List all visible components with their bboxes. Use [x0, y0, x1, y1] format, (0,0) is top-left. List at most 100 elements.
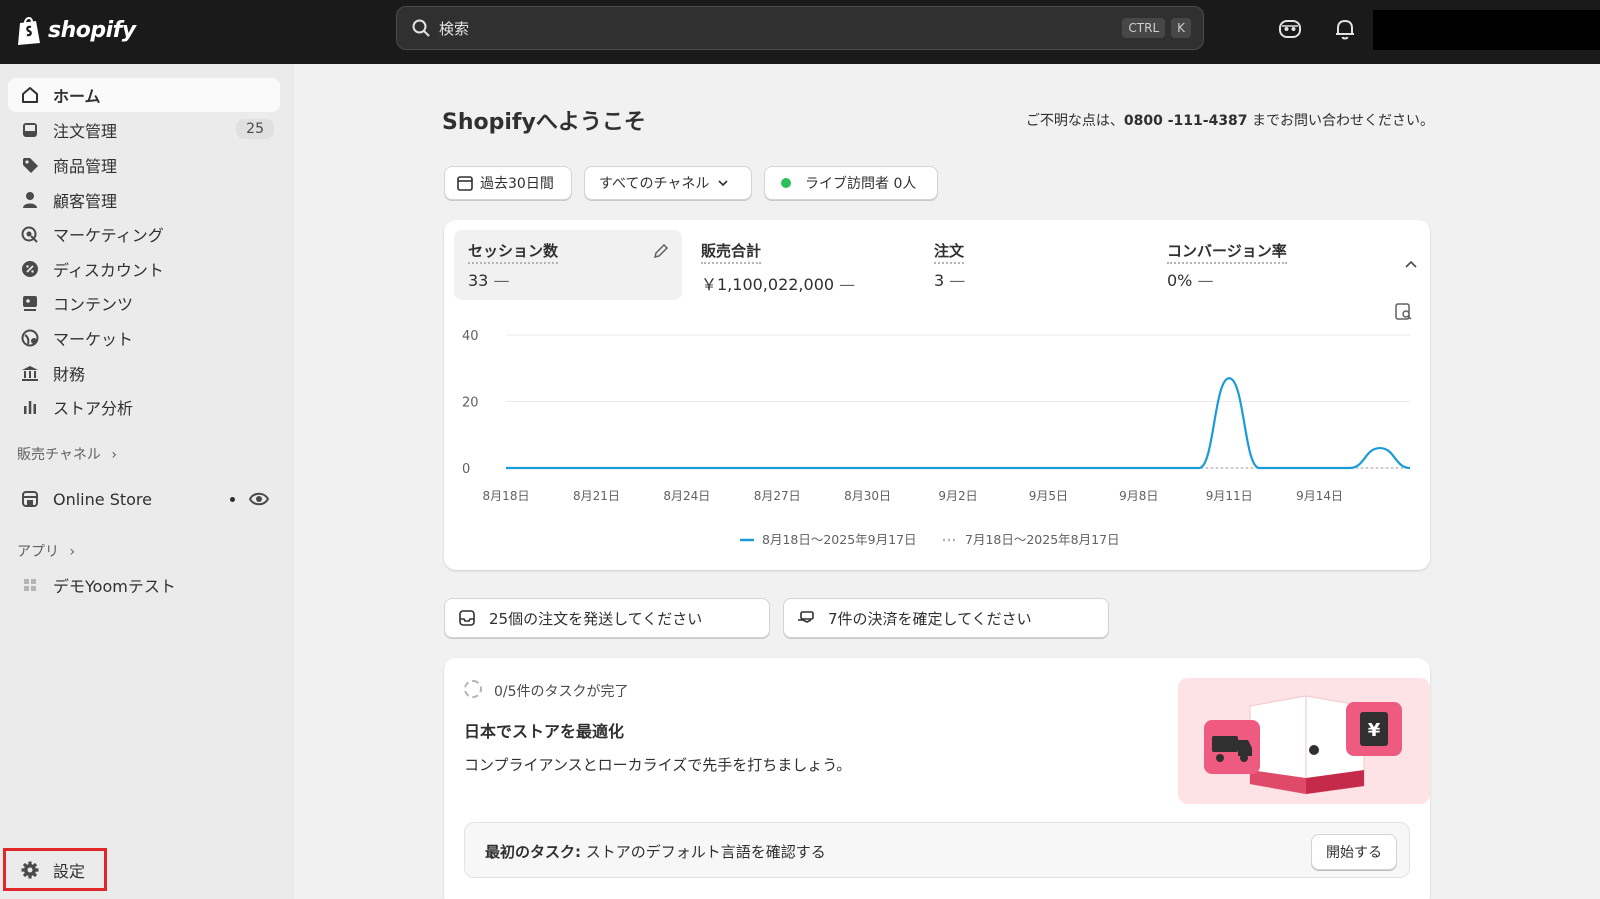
page-title: Shopifyへようこそ: [442, 110, 646, 135]
x-tick-label: 9月14日: [1296, 489, 1343, 503]
metric-label: 販売合計: [701, 240, 762, 264]
nav-label: マーケティング: [53, 226, 164, 245]
status-dot: [230, 497, 235, 502]
japan-map-illustration: ¥: [1178, 678, 1430, 804]
metric-conversion-rate[interactable]: コンバージョン率 0% —: [1153, 230, 1381, 300]
live-visitors-label: ライブ訪問者 0人: [805, 176, 917, 192]
metric-sessions[interactable]: セッション数 33 —: [454, 230, 682, 300]
capture-payments-label: 7件の決済を確定してください: [828, 609, 1032, 628]
inbox-icon: [20, 120, 40, 140]
analytics-card: セッション数 33 — 販売合計 ￥1,100,022,000 — 注文 3 —…: [444, 220, 1430, 570]
capture-payments-button[interactable]: 7件の決済を確定してください: [783, 598, 1109, 638]
chevron-right-icon: ›: [111, 447, 117, 463]
live-visitors-button[interactable]: ライブ訪問者 0人: [764, 166, 938, 200]
metric-orders[interactable]: 注文 3 —: [920, 230, 1148, 300]
nav-label: 財務: [53, 365, 86, 384]
eye-icon[interactable]: [248, 489, 270, 509]
nav-label: Online Store: [53, 489, 152, 509]
shopify-logo[interactable]: shopify: [16, 12, 136, 48]
shortcut-ctrl: CTRL: [1122, 18, 1166, 38]
sessions-line-chart: 40 20 0 8月18日 8月21日 8月24日 8月27日 8月30日 9月2日 9月5日 9月…: [462, 329, 1411, 547]
nav-analytics[interactable]: ストア分析: [8, 390, 280, 424]
chevron-up-icon[interactable]: [1404, 258, 1418, 272]
metric-value: 0% —: [1167, 271, 1214, 290]
sidekick-icon[interactable]: [1277, 16, 1303, 42]
nav-label: 設定: [53, 861, 86, 881]
nav-label: ホーム: [53, 87, 101, 106]
x-tick-label: 9月5日: [1029, 489, 1068, 503]
nav-settings[interactable]: 設定: [3, 848, 107, 891]
apps-label: アプリ: [17, 544, 59, 560]
globe-icon: [20, 328, 40, 348]
nav-app-yoom[interactable]: デモYoomテスト: [8, 568, 280, 602]
nav-marketing[interactable]: マーケティング: [8, 217, 280, 251]
nav-label: マーケット: [53, 330, 134, 349]
ship-orders-label: 25個の注文を発送してください: [489, 609, 703, 628]
y-tick-label: 20: [462, 396, 479, 411]
bar-chart-icon: [20, 397, 40, 417]
sidebar: ホーム 注文管理 25 商品管理 顧客管理 マーケティング ディスカウント コン…: [0, 64, 294, 899]
top-bar: shopify 検索 CTRL K: [0, 0, 1600, 64]
ship-orders-button[interactable]: 25個の注文を発送してください: [444, 598, 770, 638]
nav-label: ストア分析: [53, 399, 134, 418]
nav-orders[interactable]: 注文管理 25: [8, 113, 280, 147]
help-prefix: ご不明な点は、: [1025, 113, 1124, 129]
content-icon: [20, 293, 40, 313]
metric-label: コンバージョン率: [1167, 240, 1287, 264]
x-tick-label: 8月27日: [754, 489, 801, 503]
payment-hand-icon: [798, 611, 814, 623]
current-series-line: [506, 377, 1411, 470]
x-tick-label: 9月11日: [1206, 489, 1253, 503]
person-icon: [20, 190, 40, 210]
nav-content[interactable]: コンテンツ: [8, 286, 280, 320]
orders-count-badge: 25: [236, 119, 274, 139]
y-tick-label: 0: [462, 462, 470, 477]
live-status-dot: [781, 178, 791, 188]
sales-channels-heading[interactable]: 販売チャネル ›: [17, 444, 117, 464]
support-phone[interactable]: 0800 -111-4387: [1124, 113, 1248, 129]
gear-icon: [20, 860, 40, 880]
nav-label: コンテンツ: [53, 295, 134, 314]
nav-discounts[interactable]: ディスカウント: [8, 252, 280, 286]
bell-icon[interactable]: [1332, 16, 1358, 42]
metric-value: 3 —: [934, 271, 966, 290]
nav-customers[interactable]: 顧客管理: [8, 183, 280, 217]
x-tick-label: 8月30日: [844, 489, 891, 503]
date-range-label: 過去30日間: [480, 176, 554, 192]
apps-heading[interactable]: アプリ ›: [17, 541, 75, 561]
nav-label: ディスカウント: [53, 261, 164, 280]
setup-guide-card: 0/5件のタスクが完了 日本でストアを最適化 コンプライアンスとローカライズで先…: [444, 658, 1430, 899]
sales-channels-label: 販売チャネル: [17, 447, 101, 463]
nav-home[interactable]: ホーム: [8, 78, 280, 112]
metric-label: 注文: [934, 240, 965, 264]
date-range-button[interactable]: 過去30日間: [444, 166, 572, 200]
progress-circle: [464, 680, 482, 698]
x-tick-label: 8月21日: [573, 489, 620, 503]
x-tick-label: 8月18日: [483, 489, 530, 503]
account-menu[interactable]: [1373, 10, 1600, 50]
nav-label: デモYoomテスト: [53, 577, 176, 596]
store-icon: [20, 489, 40, 509]
inbox-icon: [459, 610, 475, 626]
x-tick-label: 9月2日: [938, 489, 977, 503]
metric-label: セッション数: [468, 240, 559, 264]
nav-label: 顧客管理: [53, 192, 118, 211]
search-placeholder: 検索: [439, 19, 470, 38]
nav-online-store[interactable]: Online Store: [8, 482, 280, 516]
discount-icon: [20, 259, 40, 279]
edit-pencil-icon[interactable]: [652, 242, 670, 260]
nav-finance[interactable]: 財務: [8, 356, 280, 390]
metric-total-sales[interactable]: 販売合計 ￥1,100,022,000 —: [687, 230, 915, 300]
nav-markets[interactable]: マーケット: [8, 321, 280, 355]
search-bar[interactable]: 検索 CTRL K: [396, 6, 1204, 50]
nav-products[interactable]: 商品管理: [8, 148, 280, 182]
tag-icon: [20, 155, 40, 175]
x-tick-label: 8月24日: [663, 489, 710, 503]
task-progress: 0/5件のタスクが完了: [494, 684, 629, 700]
channel-select[interactable]: すべてのチャネル: [584, 166, 752, 200]
start-task-button[interactable]: 開始する: [1311, 834, 1397, 870]
chevron-right-icon: ›: [69, 544, 76, 560]
nav-label: 商品管理: [53, 157, 118, 176]
first-task-row: 最初のタスク: ストアのデフォルト言語を確認する 開始する: [464, 822, 1410, 878]
home-icon: [20, 85, 40, 105]
